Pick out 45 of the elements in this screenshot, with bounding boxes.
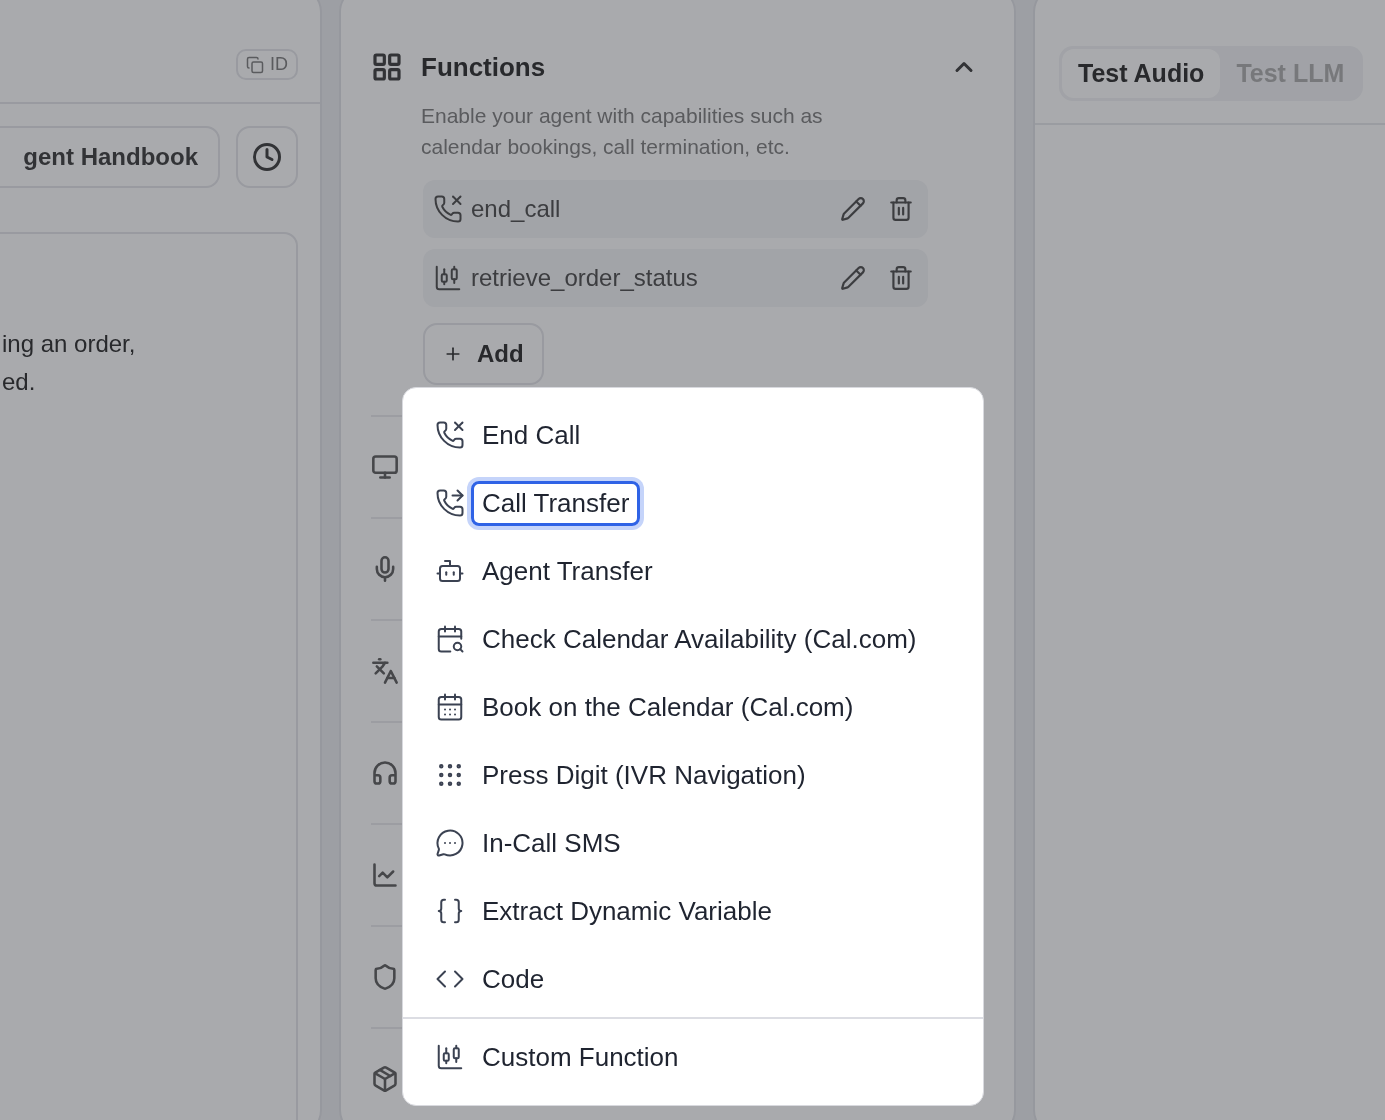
prompt-text: ing an order, <box>2 329 137 359</box>
phone-x-icon <box>435 420 465 450</box>
braces-icon <box>435 896 465 926</box>
edit-icon[interactable] <box>840 196 866 222</box>
functions-description: Enable your agent with capabilities such as calendar bookings, call termination, etc. <box>421 103 824 160</box>
edit-icon[interactable] <box>840 265 866 291</box>
phone-arrow-icon <box>435 488 465 518</box>
test-tab[interactable]: Test Audio <box>1062 49 1221 98</box>
handbook-button[interactable]: gent Handbook <box>0 126 220 188</box>
translate-icon[interactable] <box>371 657 399 685</box>
function-item[interactable]: end_call <box>423 180 928 238</box>
menu-item[interactable]: End Call <box>471 412 592 458</box>
menu-item[interactable]: Book on the Calendar (Cal.com) <box>471 684 865 730</box>
menu-item[interactable]: Agent Transfer <box>471 548 664 594</box>
calendar-search-icon <box>435 624 465 654</box>
menu-item[interactable]: In-Call SMS <box>471 820 632 866</box>
id-label: ID <box>270 54 288 75</box>
sliders-icon <box>433 263 463 293</box>
monitor-icon[interactable] <box>371 453 399 481</box>
menu-item[interactable]: Code <box>471 956 556 1002</box>
function-item[interactable]: retrieve_order_status <box>423 249 928 307</box>
trash-icon[interactable] <box>888 196 914 222</box>
trash-icon[interactable] <box>888 265 914 291</box>
menu-item[interactable]: Press Digit (IVR Navigation) <box>471 752 817 798</box>
grid-icon <box>371 51 403 83</box>
line-chart-icon[interactable] <box>371 861 399 889</box>
menu-item[interactable]: Extract Dynamic Variable <box>471 888 783 934</box>
functions-title: Functions <box>421 51 547 83</box>
clock-icon <box>252 142 282 172</box>
calendar-icon <box>435 692 465 722</box>
headphones-icon[interactable] <box>371 759 399 787</box>
prompt-text: ed. <box>2 367 37 397</box>
chat-bubble-icon <box>435 828 465 858</box>
add-button[interactable]: Add <box>423 323 544 385</box>
sliders-icon <box>435 1042 465 1072</box>
copy-icon <box>246 55 264 74</box>
menu-item[interactable]: Check Calendar Availability (Cal.com) <box>471 616 928 662</box>
phone-x-icon <box>433 194 463 224</box>
history-button[interactable] <box>236 126 298 188</box>
box-icon[interactable] <box>371 1065 399 1093</box>
prompt-field[interactable]: ing an order, ed. <box>0 232 298 1120</box>
function-name: end_call <box>471 195 562 223</box>
shield-icon[interactable] <box>371 963 399 991</box>
function-name: retrieve_order_status <box>471 264 699 292</box>
menu-item[interactable]: Custom Function <box>471 1034 690 1080</box>
